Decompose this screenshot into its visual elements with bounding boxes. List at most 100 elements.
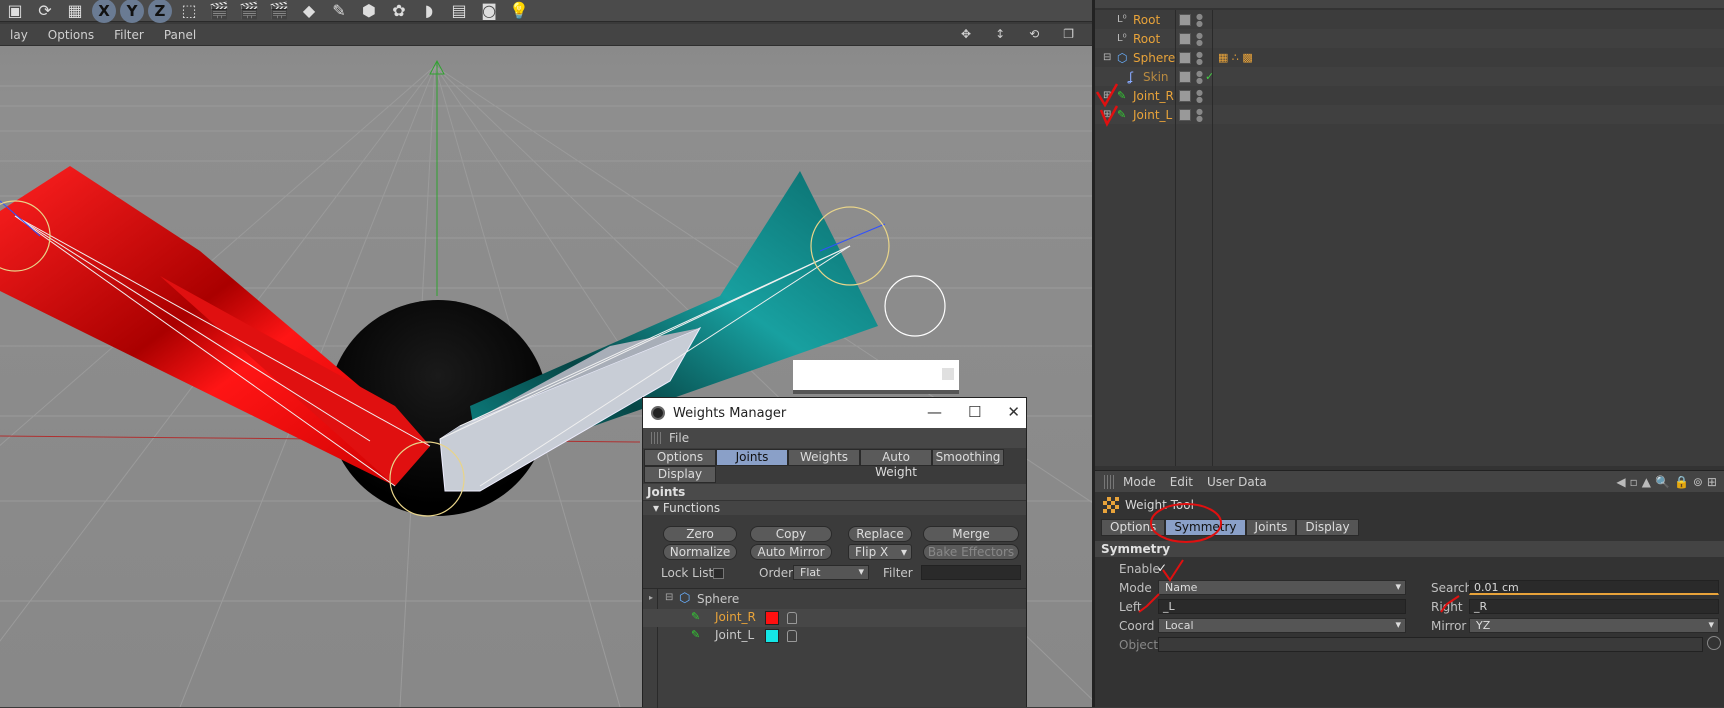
object-name[interactable]: Joint_R (1133, 89, 1174, 103)
search-field[interactable]: 0.01 cm (1469, 580, 1719, 595)
object-row-root-1[interactable]: L⁰ Root ● ● (1095, 10, 1724, 29)
tab-options[interactable]: Options (1101, 519, 1166, 536)
expand-icon[interactable]: ⊞ (1103, 109, 1111, 120)
flip-axis-dropdown[interactable]: Flip X ▾ (848, 544, 912, 560)
layer-tag-icon[interactable] (1179, 51, 1191, 64)
coord-system-icon[interactable]: ⬚ (176, 0, 202, 22)
light-icon[interactable]: 💡 (506, 0, 532, 22)
left-field[interactable]: _L (1158, 599, 1406, 614)
object-row-joint-l[interactable]: ⊞ ✎ Joint_L ● ● (1095, 105, 1724, 124)
visibility-dots[interactable]: ● ● (1196, 69, 1203, 84)
lock-list-checkbox[interactable] (713, 568, 724, 579)
visibility-dots[interactable]: ● ● (1196, 12, 1203, 27)
z-axis-icon[interactable]: Z (148, 0, 172, 23)
array-icon[interactable]: ✿ (386, 0, 412, 22)
functions-group[interactable]: ▾ Functions (643, 500, 1026, 515)
render-picture-icon[interactable]: 🎬 (236, 0, 262, 22)
x-axis-icon[interactable]: X (92, 0, 116, 23)
attribute-nav-icons[interactable]: ◀▫▲🔍🔒⊚⊞ (1616, 475, 1721, 489)
render-settings-icon[interactable]: 🎬 (266, 0, 292, 22)
layer-tag-icon[interactable] (1179, 70, 1191, 83)
checker-icon[interactable]: ▦ (62, 0, 88, 22)
layer-tag-icon[interactable] (1179, 32, 1191, 45)
deformer-icon[interactable]: ◗ (416, 0, 442, 22)
maximize-icon[interactable]: ❐ (1053, 27, 1084, 41)
lock-icon[interactable] (787, 612, 797, 624)
collapse-icon[interactable]: ⊟ (665, 592, 673, 603)
minimize-icon[interactable]: — (927, 403, 942, 421)
close-icon[interactable]: ✕ (1007, 403, 1020, 421)
dolly-icon[interactable]: ↕ (985, 27, 1015, 41)
tree-row-sphere[interactable]: ▸ ⊟ ⬡ Sphere (643, 591, 1026, 609)
object-name[interactable]: Root (1133, 13, 1160, 27)
y-axis-icon[interactable]: Y (120, 0, 144, 23)
enable-checkbox[interactable]: ✓ (1157, 561, 1167, 575)
tree-row-joint-r[interactable]: ✎ Joint_R (643, 609, 1026, 627)
menu-filter[interactable]: Filter (104, 28, 154, 42)
object-link-field[interactable] (1158, 637, 1703, 652)
tab-display[interactable]: Display (1296, 519, 1359, 536)
replace-button[interactable]: Replace (848, 526, 912, 542)
menu-mode[interactable]: Mode (1116, 475, 1163, 489)
wm-tab-smoothing[interactable]: Smoothing (932, 449, 1004, 466)
collapse-icon[interactable]: ⊟ (1103, 52, 1111, 63)
layer-tag-icon[interactable] (1179, 89, 1191, 102)
wm-tab-display[interactable]: Display (644, 466, 716, 483)
weights-manager-window[interactable]: Weights Manager — ☐ ✕ File Options Joint… (642, 397, 1027, 708)
wm-tab-auto-weight[interactable]: Auto Weight (860, 449, 932, 479)
menu-file[interactable]: File (669, 431, 689, 445)
rotate-icon[interactable]: ⟳ (32, 0, 58, 22)
order-dropdown[interactable]: Flat (793, 565, 869, 580)
menu-display[interactable]: lay (0, 28, 38, 42)
wm-tab-options[interactable]: Options (644, 449, 716, 466)
visibility-dots[interactable]: ● ● (1196, 31, 1203, 46)
object-name[interactable]: Joint_L (1133, 108, 1172, 122)
lock-icon[interactable] (787, 630, 797, 642)
visibility-dots[interactable]: ● ● (1196, 88, 1203, 103)
pen-icon[interactable]: ✎ (326, 0, 352, 22)
layer-tag-icon[interactable] (1179, 13, 1191, 26)
menu-panel[interactable]: Panel (154, 28, 206, 42)
maximize-icon[interactable]: ☐ (968, 403, 981, 421)
menu-user-data[interactable]: User Data (1200, 475, 1274, 489)
object-row-skin[interactable]: ʆ Skin ● ● ✓ (1095, 67, 1724, 86)
render-view-icon[interactable]: 🎬 (206, 0, 232, 22)
normalize-button[interactable]: Normalize (663, 544, 737, 560)
zero-button[interactable]: Zero (663, 526, 737, 542)
menu-options[interactable]: Options (38, 28, 104, 42)
right-field[interactable]: _R (1469, 599, 1719, 614)
mode-dropdown[interactable]: Name (1158, 580, 1406, 595)
menu-edit[interactable]: Edit (1163, 475, 1200, 489)
wm-tab-weights[interactable]: Weights (788, 449, 860, 466)
auto-mirror-button[interactable]: Auto Mirror (750, 544, 832, 560)
pan-icon[interactable]: ✥ (951, 27, 981, 41)
move-icon[interactable]: ▣ (2, 0, 28, 22)
copy-button[interactable]: Copy (750, 526, 832, 542)
object-name[interactable]: Skin (1143, 70, 1169, 84)
joint-color-swatch[interactable] (765, 611, 779, 625)
object-name[interactable]: Sphere (1133, 51, 1175, 65)
object-row-joint-r[interactable]: ⊞ ✎ Joint_R ● ● (1095, 86, 1724, 105)
orbit-icon[interactable]: ⟲ (1019, 27, 1049, 41)
window-titlebar[interactable]: Weights Manager — ☐ ✕ (643, 398, 1026, 428)
mirror-dropdown[interactable]: YZ (1469, 618, 1719, 633)
expand-icon[interactable]: ⊞ (1103, 90, 1111, 101)
object-row-root-2[interactable]: L⁰ Root ● ● (1095, 29, 1724, 48)
tree-row-joint-l[interactable]: ✎ Joint_L (643, 627, 1026, 645)
wm-tab-joints[interactable]: Joints (716, 449, 788, 466)
cube-icon[interactable]: ◆ (296, 0, 322, 22)
visibility-dots[interactable]: ● ● (1196, 107, 1203, 122)
subdivision-icon[interactable]: ⬢ (356, 0, 382, 22)
coord-dropdown[interactable]: Local (1158, 618, 1406, 633)
joint-color-swatch[interactable] (765, 629, 779, 643)
layer-tag-icon[interactable] (1179, 108, 1191, 121)
camera-icon[interactable]: ◙ (476, 0, 502, 22)
tab-joints[interactable]: Joints (1245, 519, 1297, 536)
floor-icon[interactable]: ▤ (446, 0, 472, 22)
bake-effectors-button[interactable]: Bake Effectors (923, 544, 1019, 560)
object-row-sphere[interactable]: ⊟ ⬡ Sphere ● ● ▦ ∴ ▩ (1095, 48, 1724, 67)
expand-arrow-icon[interactable]: ▸ (649, 593, 653, 602)
visibility-dots[interactable]: ● ● (1196, 50, 1203, 65)
weight-tag-icon[interactable]: ▦ ∴ ▩ (1218, 51, 1253, 64)
merge-button[interactable]: Merge (923, 526, 1019, 542)
